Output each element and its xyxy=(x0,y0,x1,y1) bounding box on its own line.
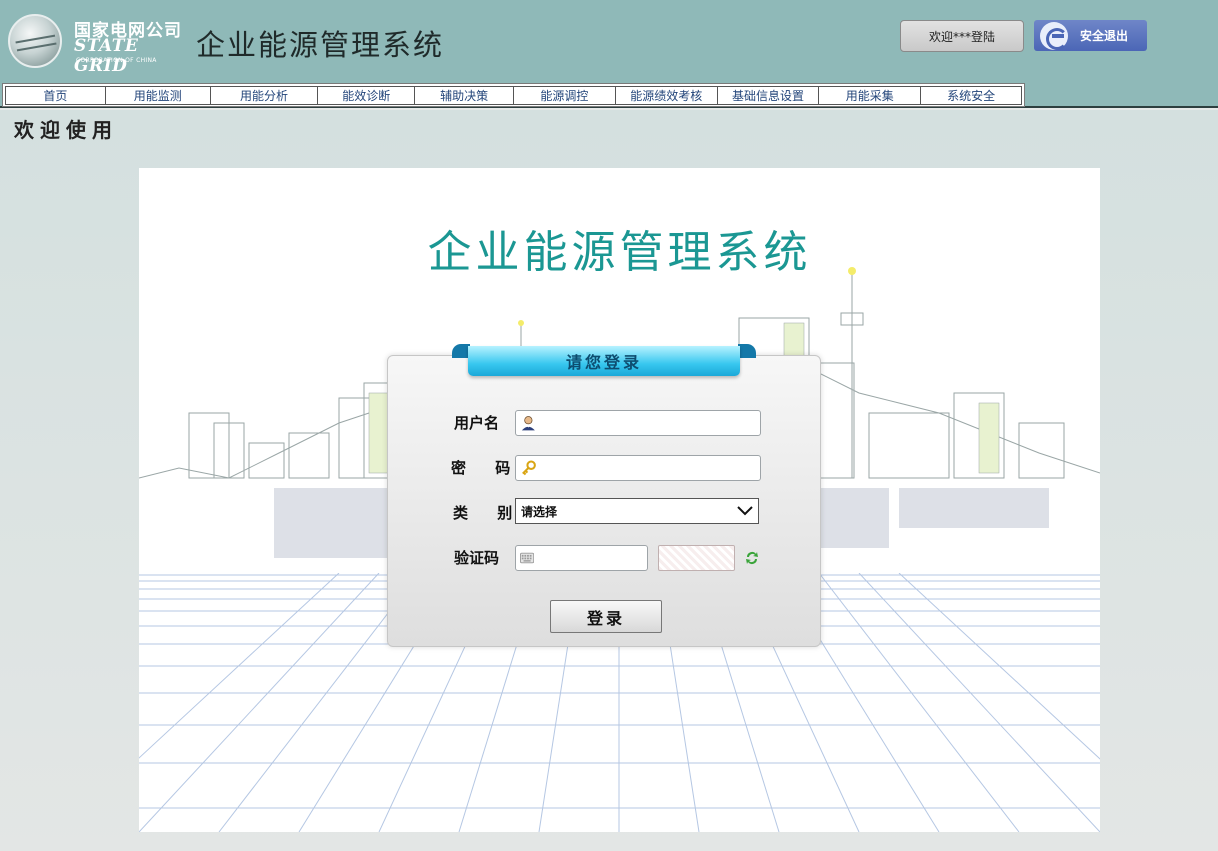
logout-button[interactable]: 安全退出 xyxy=(1034,20,1147,51)
logo-text-sub: CORPORATION OF CHINA xyxy=(76,57,157,64)
login-panel-ribbon: 请您登录 xyxy=(452,344,756,378)
password-label: 密 码 xyxy=(451,459,523,477)
user-icon xyxy=(521,416,535,431)
globe-logo-icon xyxy=(8,14,62,68)
username-field[interactable] xyxy=(515,410,761,436)
nav-item-energy-monitor[interactable]: 用能监测 xyxy=(105,86,211,105)
app-title: 企业能源管理系统 xyxy=(196,28,445,62)
category-select[interactable]: 请选择 xyxy=(515,498,759,524)
nav-item-energy-control[interactable]: 能源调控 xyxy=(514,86,616,105)
username-input[interactable] xyxy=(536,412,760,434)
keyboard-icon xyxy=(520,552,535,564)
power-icon xyxy=(1040,21,1068,50)
chevron-down-icon xyxy=(737,506,753,516)
nav-item-system-security[interactable]: 系统安全 xyxy=(921,86,1022,105)
username-label: 用户名 xyxy=(454,414,500,432)
captcha-image[interactable] xyxy=(658,545,735,571)
captcha-field[interactable] xyxy=(515,545,648,571)
captcha-label: 验证码 xyxy=(454,549,500,567)
nav-item-decision-support[interactable]: 辅助决策 xyxy=(415,86,514,105)
nav-item-energy-analysis[interactable]: 用能分析 xyxy=(210,86,319,105)
login-panel-title: 请您登录 xyxy=(468,346,740,376)
nav-item-efficiency-diagnosis[interactable]: 能效诊断 xyxy=(318,86,416,105)
category-label: 类 别 xyxy=(453,504,525,522)
app-header: 国家电网公司 STATE GRID CORPORATION OF CHINA 企… xyxy=(0,0,1218,108)
stage-title: 企业能源管理系统 xyxy=(427,227,812,278)
main-nav: 首页 用能监测 用能分析 能效诊断 辅助决策 能源调控 能源绩效考核 基础信息设… xyxy=(2,83,1025,107)
login-button[interactable]: 登录 xyxy=(550,600,662,633)
nav-item-basic-settings[interactable]: 基础信息设置 xyxy=(717,86,820,105)
category-selected-value: 请选择 xyxy=(521,504,558,519)
key-icon xyxy=(522,460,536,476)
nav-item-home[interactable]: 首页 xyxy=(5,86,106,105)
nav-item-performance-review[interactable]: 能源绩效考核 xyxy=(615,86,718,105)
refresh-icon[interactable] xyxy=(744,550,760,566)
state-grid-logo: 国家电网公司 STATE GRID CORPORATION OF CHINA xyxy=(4,10,194,76)
logout-label: 安全退出 xyxy=(1080,29,1129,43)
password-field[interactable] xyxy=(515,455,761,481)
logo-text-en: STATE GRID xyxy=(74,36,139,76)
captcha-input[interactable] xyxy=(534,547,647,569)
welcome-user-button[interactable]: 欢迎***登陆 xyxy=(900,20,1024,52)
nav-item-energy-collection[interactable]: 用能采集 xyxy=(819,86,922,105)
welcome-heading: 欢迎使用 xyxy=(14,118,118,142)
password-input[interactable] xyxy=(536,457,760,479)
